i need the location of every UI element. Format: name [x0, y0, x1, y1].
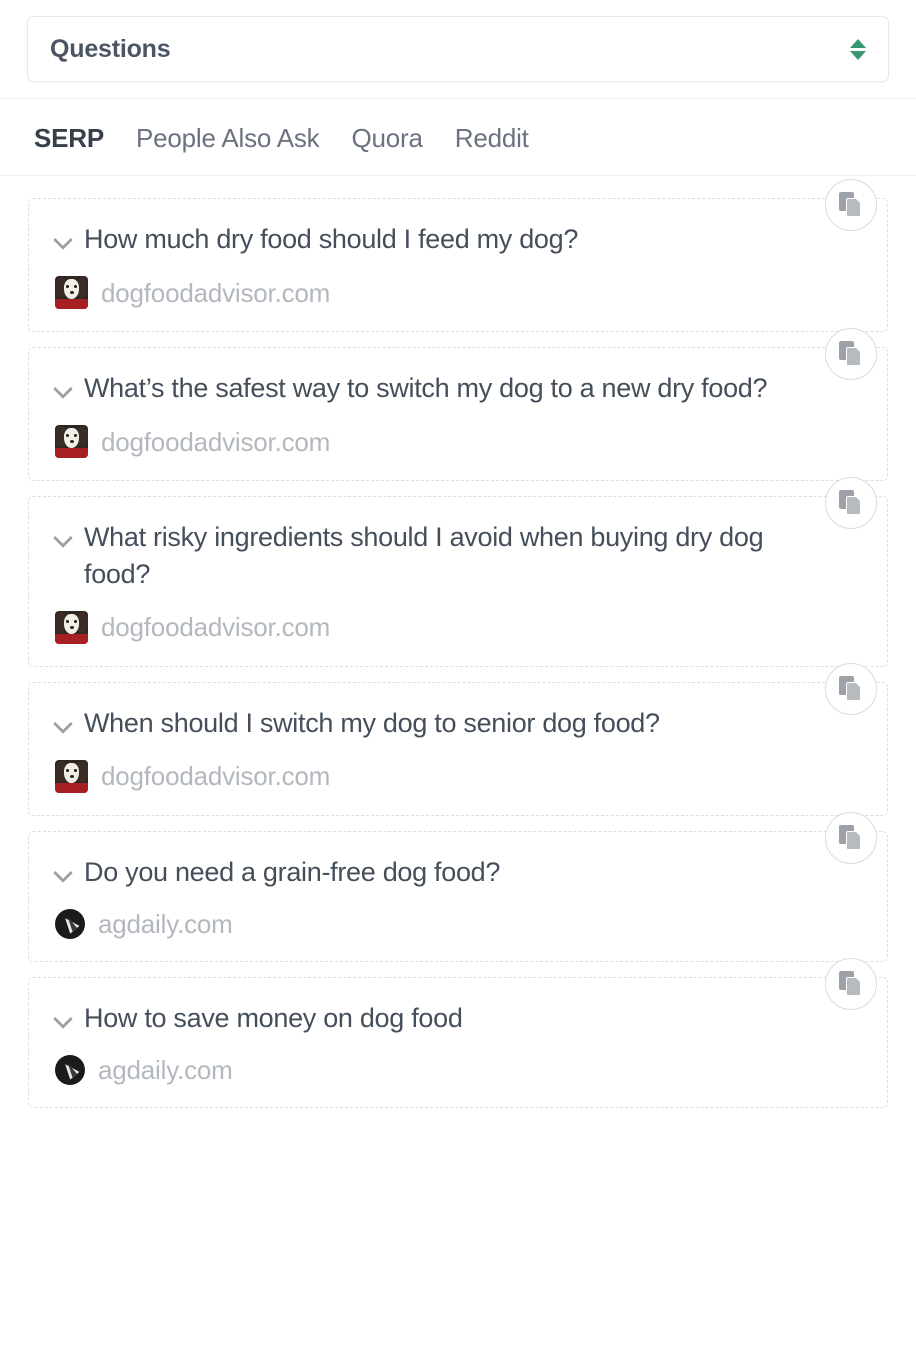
chevron-up-glyph	[850, 38, 866, 48]
result-card[interactable]: Do you need a grain-free dog food? agdai…	[28, 811, 888, 963]
source-row: dogfoodadvisor.com	[53, 759, 817, 793]
result-card[interactable]: What risky ingredients should I avoid wh…	[28, 477, 888, 667]
question-text: What’s the safest way to switch my dog t…	[84, 373, 768, 404]
source-row: dogfoodadvisor.com	[53, 610, 817, 644]
copy-button[interactable]	[825, 179, 877, 231]
question-row: Do you need a grain-free dog food?	[53, 854, 817, 890]
chevron-down-icon[interactable]	[53, 717, 73, 729]
copy-button[interactable]	[825, 328, 877, 381]
copy-icon	[839, 824, 863, 851]
dog-photo-favicon	[55, 759, 88, 793]
source-domain: agdaily.com	[98, 909, 233, 940]
chevron-down-icon[interactable]	[53, 531, 73, 543]
compass-favicon	[55, 1055, 85, 1086]
question-type-select-value: Questions	[50, 34, 171, 63]
question-text: How to save money on dog food	[84, 1003, 463, 1034]
source-domain: dogfoodadvisor.com	[101, 277, 331, 308]
chevron-down-icon[interactable]	[53, 1012, 73, 1024]
results-list: How much dry food should I feed my dog? …	[0, 176, 916, 1109]
result-card[interactable]: What’s the safest way to switch my dog t…	[28, 328, 888, 482]
sort-updown-icon[interactable]	[850, 34, 866, 64]
source-domain: dogfoodadvisor.com	[101, 426, 331, 457]
chevron-down-icon[interactable]	[53, 233, 73, 245]
source-tabs: SERP People Also Ask Quora Reddit	[0, 99, 916, 175]
dog-photo-favicon	[55, 610, 88, 644]
source-row: dogfoodadvisor.com	[53, 425, 817, 459]
copy-icon	[839, 192, 863, 218]
question-text: When should I switch my dog to senior do…	[84, 707, 660, 738]
source-domain: dogfoodadvisor.com	[101, 612, 331, 643]
question-row: How much dry food should I feed my dog?	[53, 221, 817, 257]
question-row: What’s the safest way to switch my dog t…	[53, 370, 817, 406]
question-type-select[interactable]: Questions	[27, 16, 889, 82]
tab-people-also-ask[interactable]: People Also Ask	[136, 125, 320, 151]
copy-icon	[839, 971, 863, 997]
dog-photo-favicon	[55, 276, 88, 310]
selector-section: Questions	[0, 0, 916, 98]
chevron-down-glyph	[850, 50, 866, 60]
questions-panel: Questions SERP People Also Ask Quora Red…	[0, 0, 916, 1358]
source-domain: agdaily.com	[98, 1055, 233, 1086]
question-text: How much dry food should I feed my dog?	[84, 224, 579, 254]
copy-icon	[839, 341, 863, 367]
tab-serp[interactable]: SERP	[34, 125, 104, 151]
copy-icon	[839, 675, 863, 702]
copy-button[interactable]	[825, 811, 877, 864]
compass-favicon	[55, 909, 85, 940]
chevron-down-icon[interactable]	[53, 382, 73, 394]
copy-button[interactable]	[825, 958, 877, 1011]
tab-quora[interactable]: Quora	[351, 125, 422, 151]
dog-photo-favicon	[55, 425, 88, 459]
source-domain: dogfoodadvisor.com	[101, 761, 331, 792]
source-row: dogfoodadvisor.com	[53, 276, 817, 310]
copy-button[interactable]	[825, 662, 877, 715]
source-row: agdaily.com	[53, 909, 817, 940]
tab-reddit[interactable]: Reddit	[455, 125, 529, 151]
question-text: What risky ingredients should I avoid wh…	[84, 522, 764, 589]
result-card[interactable]: How much dry food should I feed my dog? …	[28, 179, 888, 333]
question-row: What risky ingredients should I avoid wh…	[53, 519, 817, 591]
source-row: agdaily.com	[53, 1055, 817, 1086]
question-text: Do you need a grain-free dog food?	[84, 856, 501, 887]
result-card[interactable]: When should I switch my dog to senior do…	[28, 662, 888, 816]
copy-icon	[839, 490, 863, 516]
question-row: When should I switch my dog to senior do…	[53, 705, 817, 741]
question-row: How to save money on dog food	[53, 1000, 817, 1036]
chevron-down-icon[interactable]	[53, 866, 73, 878]
copy-button[interactable]	[825, 477, 877, 530]
result-card[interactable]: How to save money on dog food agdaily.co…	[28, 958, 888, 1109]
